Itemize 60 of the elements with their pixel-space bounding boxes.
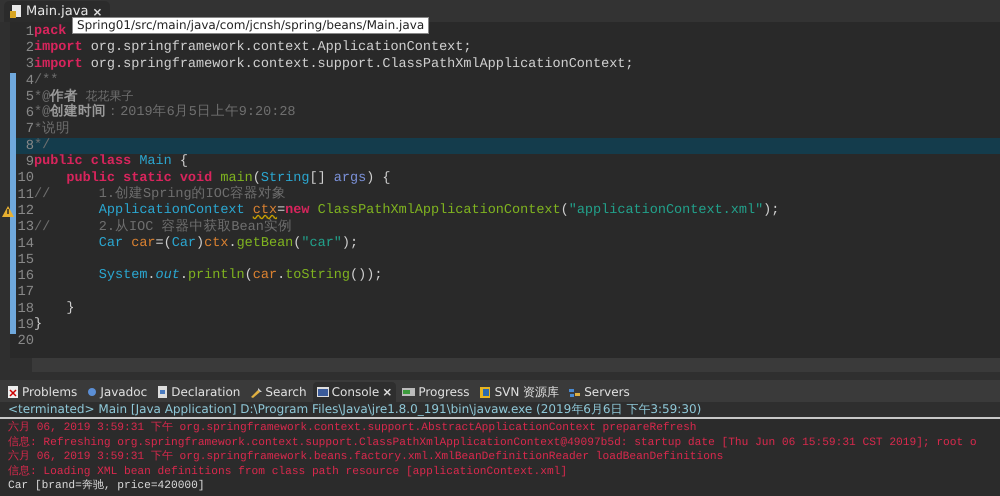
view-tab[interactable]: Javadoc <box>83 382 152 402</box>
tab-label: SVN 资源库 <box>494 384 560 400</box>
close-icon[interactable]: × <box>92 4 102 18</box>
line-number: 9 <box>24 155 34 170</box>
code-line: public static void main(String[] args) { <box>65 170 390 186</box>
document-icon <box>157 386 168 398</box>
console-line: Car [brand=奔驰, price=420000] <box>8 479 206 494</box>
code-line: ApplicationContext ctx=new ClassPathXmlApplicationContext("applicationContext.xml"); <box>98 203 780 218</box>
console-line: 六月 06, 2019 3:59:31 下午 org.springframework.beans.factory.xml.XmlBeanDefinitionReader loadBeanDefinitions <box>8 450 724 465</box>
code-line: Car car=(Car)ctx.getBean("car"); <box>98 236 358 252</box>
console-line: 信息: Loading XML bean definitions from class path resource [applicationContext.xml] <box>8 464 568 479</box>
code-line: System.out.println(car.toString()); <box>98 268 382 285</box>
code-line: import org.springframework.context.ApplicationContext; <box>34 40 472 57</box>
tab-label: Search <box>265 385 307 399</box>
console-icon <box>316 386 329 398</box>
tab-label: Progress <box>418 385 470 399</box>
tab-label: Problems <box>22 385 78 399</box>
view-tab[interactable]: Search <box>246 382 311 402</box>
problems-icon <box>8 386 19 398</box>
code-line: */ <box>34 138 50 154</box>
line-number: 7 <box>24 122 34 138</box>
console-status: <terminated> Main [Java Application] D:\Program Files\Java\jre1.8.0_191\bin\javaw.exe (2019年6月6日 下午3:59:30) <box>0 402 1000 419</box>
code-line: import org.springframework.context.support.ClassPathXmlApplicationContext; <box>34 56 634 73</box>
code-line: // 1.创建Spring的IOC容器对象 <box>34 186 286 203</box>
code-line: } <box>65 301 75 318</box>
view-tab[interactable]: Progress <box>398 382 474 402</box>
view-tab[interactable]: Declaration <box>153 382 244 402</box>
repository-icon <box>480 386 492 398</box>
flashlight-icon <box>250 386 262 398</box>
servers-icon <box>569 386 582 398</box>
tab-label: Javadoc <box>100 385 148 399</box>
line-number: 5 <box>24 90 34 105</box>
tab-label: Console <box>332 385 380 399</box>
view-tab[interactable]: Servers <box>565 382 634 402</box>
line-number: 6 <box>24 106 34 122</box>
console-line: 六月 06, 2019 3:59:31 下午 org.springframework.context.support.AbstractApplicationContext prepareRefresh <box>8 421 698 436</box>
tab-label: Main.java <box>26 4 88 19</box>
tab-label: Servers <box>584 385 630 399</box>
line-number: 4 <box>24 74 34 89</box>
close-icon[interactable]: × <box>382 385 392 399</box>
progress-icon <box>402 387 416 397</box>
line-number: 1 <box>24 24 34 40</box>
view-tab[interactable]: Problems <box>4 382 82 402</box>
line-number: 3 <box>24 57 34 72</box>
code-line: /** <box>34 72 58 89</box>
line-number: 2 <box>24 40 34 56</box>
code-line: *@创建时间：2019年6月5日上午9:20:28 <box>34 105 296 121</box>
code-line: *说明 <box>34 122 70 138</box>
view-tab[interactable]: SVN 资源库 <box>476 382 564 402</box>
code-line: pack <box>34 24 66 40</box>
line-number: 8 <box>24 138 34 154</box>
console-line: 信息: Refreshing org.springframework.context.support.ClassPathXmlApplicationContext@49097b5d: startup date [Thu Jun 06 15:59:31 CST 2019]; root o <box>8 436 978 450</box>
code-line: // 2.从IOC 容器中获取Bean实例 <box>34 220 292 236</box>
code-line: *@作者 花花果子 <box>34 88 134 105</box>
java-file-icon <box>10 5 22 18</box>
file-path-tooltip: Spring01/src/main/java/com/jcnsh/spring/beans/Main.java <box>72 17 430 34</box>
code-line: } <box>34 317 42 334</box>
tab-label: Declaration <box>171 385 240 399</box>
view-tab[interactable]: Console × <box>312 382 396 402</box>
code-line: public class Main { <box>34 154 188 171</box>
